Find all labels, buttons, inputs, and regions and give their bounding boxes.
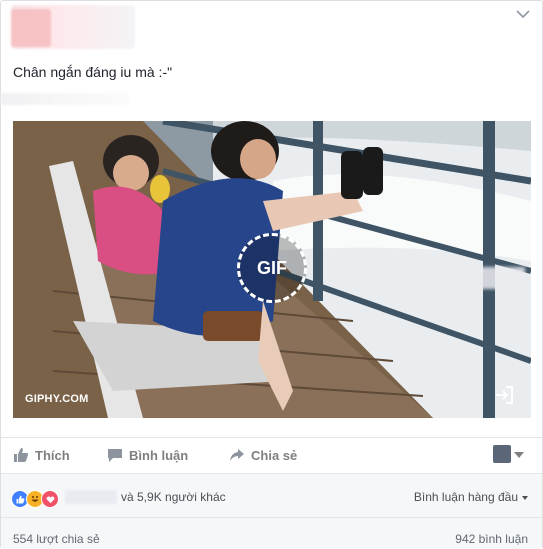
post-card: Chân ngắn đáng iu mà :-" GIF GIPHY.COM T…	[0, 0, 543, 549]
blurred-watermark	[403, 267, 525, 289]
comment-button[interactable]: Bình luận	[107, 447, 188, 463]
post-text: Chân ngắn đáng iu mà :-"	[13, 64, 173, 80]
shares-count[interactable]: 554 lượt chia sẻ	[13, 532, 100, 546]
comment-label: Bình luận	[129, 447, 189, 463]
footer-divider	[1, 517, 542, 518]
comment-sort-label: Bình luận hàng đầu	[413, 490, 518, 504]
like-button[interactable]: Thích	[13, 447, 70, 463]
caret-down-icon[interactable]	[514, 452, 524, 458]
love-reaction-icon	[41, 490, 59, 508]
comments-count[interactable]: 942 bình luận	[455, 532, 528, 546]
caret-down-icon	[522, 495, 528, 500]
giphy-source-label: GIPHY.COM	[25, 393, 89, 405]
post-footer: và 5,9K người khác Bình luận hàng đầu 55…	[1, 473, 542, 549]
blurred-timestamp	[1, 93, 129, 105]
like-label: Thích	[35, 447, 70, 463]
blurred-author-header[interactable]	[11, 5, 135, 49]
reactions-others-text[interactable]: và 5,9K người khác	[121, 490, 226, 504]
share-icon	[230, 449, 244, 461]
chevron-down-icon[interactable]	[516, 9, 530, 19]
action-bar: Thích Bình luận Chia sẻ	[1, 437, 542, 474]
blurred-reactor-name	[65, 490, 117, 504]
share-label: Chia sẻ	[251, 447, 298, 463]
gif-play-badge[interactable]: GIF	[237, 233, 307, 303]
expand-icon[interactable]	[493, 384, 515, 406]
comment-icon	[108, 449, 122, 462]
comment-sort-dropdown[interactable]: Bình luận hàng đầu	[414, 490, 528, 504]
reaction-icons[interactable]	[11, 490, 59, 508]
thumbs-up-icon	[14, 448, 28, 462]
share-button[interactable]: Chia sẻ	[229, 447, 297, 463]
posting-as-avatar[interactable]	[493, 445, 511, 463]
